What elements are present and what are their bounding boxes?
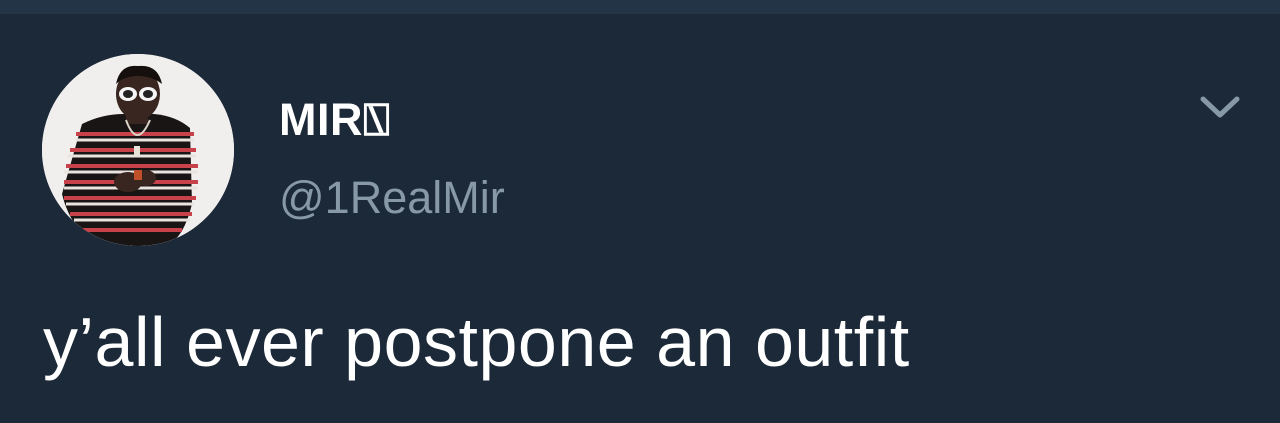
avatar[interactable] [42, 54, 234, 246]
chevron-down-icon[interactable] [1198, 92, 1242, 122]
top-bar [0, 0, 1280, 14]
avatar-image [42, 54, 234, 246]
tweet-card[interactable]: MIR⍂ @1RealMir y’all ever postpone an ou… [0, 14, 1280, 423]
user-handle[interactable]: @1RealMir [279, 172, 505, 224]
display-name[interactable]: MIR⍂ [279, 94, 505, 146]
tweet-text: y’all ever postpone an outfit [43, 303, 910, 381]
author-info[interactable]: MIR⍂ @1RealMir [279, 94, 505, 224]
